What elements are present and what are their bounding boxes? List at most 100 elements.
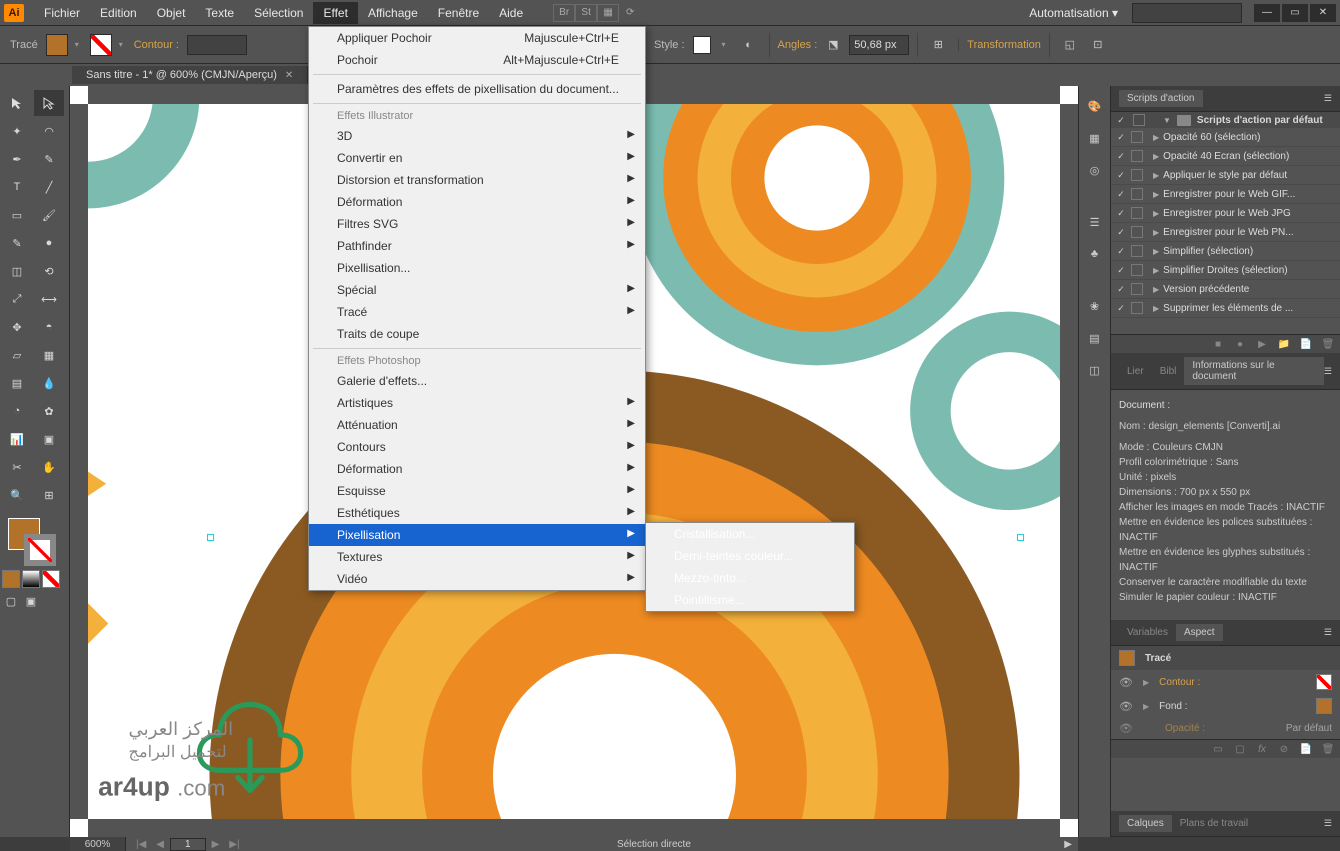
- mesh-tool[interactable]: ▦: [34, 342, 64, 368]
- menu-ps-item[interactable]: Esthétiques▶: [309, 502, 645, 524]
- menu-ps-item[interactable]: Esquisse▶: [309, 480, 645, 502]
- window-minimize[interactable]: —: [1254, 4, 1280, 22]
- menu-ps-item[interactable]: Vidéo▶: [309, 568, 645, 590]
- expand-icon[interactable]: ▼: [1163, 116, 1171, 125]
- status-arrow[interactable]: ▶: [1058, 839, 1078, 850]
- expand-icon[interactable]: ▶: [1153, 133, 1159, 142]
- free-transform-tool[interactable]: ✥: [2, 314, 32, 340]
- menu-ps-item[interactable]: Déformation▶: [309, 458, 645, 480]
- style-swatch[interactable]: [693, 36, 711, 54]
- menu-edition[interactable]: Edition: [90, 2, 147, 24]
- blend-tool[interactable]: ◔: [2, 398, 32, 424]
- lasso-tool[interactable]: ◠: [34, 118, 64, 144]
- scale-tool[interactable]: ⤢: [2, 286, 32, 312]
- eye-icon-2[interactable]: 👁: [1119, 700, 1133, 713]
- menu-effet[interactable]: Effet: [313, 2, 357, 24]
- gradient-tool[interactable]: ▤: [2, 370, 32, 396]
- layers-tab-calques[interactable]: Calques: [1119, 815, 1172, 832]
- menu-affichage[interactable]: Affichage: [358, 2, 428, 24]
- style-dropdown[interactable]: ▾: [719, 34, 729, 56]
- expand-icon[interactable]: ▶: [1153, 247, 1159, 256]
- symbol-tool[interactable]: ✿: [34, 398, 64, 424]
- menu-ps-item[interactable]: Textures▶: [309, 546, 645, 568]
- dialog-toggle[interactable]: [1131, 131, 1143, 143]
- group-icon[interactable]: ⊡: [1086, 33, 1110, 57]
- hand-tool[interactable]: ✋: [34, 454, 64, 480]
- blob-tool[interactable]: ●: [34, 230, 64, 256]
- transformation-label[interactable]: Transformation: [967, 39, 1041, 51]
- menu-ps-item[interactable]: Artistiques▶: [309, 392, 645, 414]
- aspect-foot-fx[interactable]: fx: [1254, 742, 1270, 756]
- aspect-contour-swatch[interactable]: [1316, 674, 1332, 690]
- menu-ps-item[interactable]: Pixellisation▶Cristallisation...Demi-tei…: [309, 524, 645, 546]
- info-tab-bibl[interactable]: Bibl: [1152, 363, 1185, 380]
- gradient-panel-icon[interactable]: ▤: [1083, 326, 1107, 350]
- menu-ill-item[interactable]: 3D▶: [309, 125, 645, 147]
- align-icon[interactable]: ⊞: [926, 33, 950, 57]
- expand-icon[interactable]: ▶: [1153, 285, 1159, 294]
- menu-last-effect[interactable]: Pochoir Alt+Majuscule+Ctrl+E: [309, 49, 645, 71]
- menu-ill-item[interactable]: Distorsion et transformation▶: [309, 169, 645, 191]
- dialog-toggle[interactable]: [1131, 245, 1143, 257]
- menu-ps-item[interactable]: Atténuation▶: [309, 414, 645, 436]
- dialog-toggle[interactable]: [1131, 264, 1143, 276]
- action-row[interactable]: ✓ ▶ Opacité 60 (sélection): [1111, 128, 1340, 147]
- menu-apply-last[interactable]: Appliquer Pochoir Majuscule+Ctrl+E: [309, 27, 645, 49]
- dialog-toggle[interactable]: [1131, 207, 1143, 219]
- actions-set-row[interactable]: ✓ ▼ Scripts d'action par défaut: [1111, 112, 1340, 128]
- search-input[interactable]: [1132, 3, 1242, 23]
- action-row[interactable]: ✓ ▶ Appliquer le style par défaut: [1111, 166, 1340, 185]
- dialog-toggle[interactable]: [1133, 114, 1145, 126]
- sync-icon[interactable]: ⟳: [619, 4, 641, 22]
- aspect-menu-icon[interactable]: ☰: [1324, 627, 1332, 638]
- play-icon[interactable]: ▶: [1254, 337, 1270, 351]
- menu-doc-raster-settings[interactable]: Paramètres des effets de pixellisation d…: [309, 78, 645, 100]
- stroke-color-box[interactable]: [24, 534, 56, 566]
- rotate-tool[interactable]: ⟲: [34, 258, 64, 284]
- fill-swatch[interactable]: [46, 34, 68, 56]
- symbols-panel-icon[interactable]: ♣: [1083, 242, 1107, 266]
- aspect-foot-1[interactable]: ▭: [1210, 742, 1226, 756]
- pencil-tool[interactable]: ✎: [2, 230, 32, 256]
- action-row[interactable]: ✓ ▶ Enregistrer pour le Web JPG: [1111, 204, 1340, 223]
- expand-icon[interactable]: ▶: [1153, 171, 1159, 180]
- stroke-dropdown[interactable]: ▾: [116, 34, 126, 56]
- contour-label[interactable]: Contour :: [134, 39, 179, 51]
- aspect-contour-label[interactable]: Contour :: [1159, 677, 1200, 688]
- screen-mode-full[interactable]: ▣: [22, 592, 40, 610]
- aspect-foot-trash[interactable]: 🗑: [1320, 742, 1336, 756]
- artboard-tool[interactable]: ▣: [34, 426, 64, 452]
- aspect-fond-swatch[interactable]: [1316, 698, 1332, 714]
- submenu-item[interactable]: Pointillisme...: [646, 589, 854, 611]
- info-menu-icon[interactable]: ☰: [1324, 366, 1332, 377]
- stroke-swatch[interactable]: [90, 34, 112, 56]
- window-close[interactable]: ✕: [1310, 4, 1336, 22]
- curvature-tool[interactable]: ✎: [34, 146, 64, 172]
- submenu-item[interactable]: Cristallisation...: [646, 523, 854, 545]
- scrollbar-horizontal[interactable]: [88, 819, 1060, 837]
- line-tool[interactable]: ╱: [34, 174, 64, 200]
- menu-ill-item[interactable]: Filtres SVG▶: [309, 213, 645, 235]
- dialog-toggle[interactable]: [1131, 302, 1143, 314]
- action-row[interactable]: ✓ ▶ Simplifier (sélection): [1111, 242, 1340, 261]
- magic-wand-tool[interactable]: ✦: [2, 118, 32, 144]
- swatches-panel-icon[interactable]: ▦: [1083, 126, 1107, 150]
- expand-icon[interactable]: ▶: [1153, 266, 1159, 275]
- guide-panel-icon[interactable]: ◎: [1083, 158, 1107, 182]
- transparency-panel-icon[interactable]: ◫: [1083, 358, 1107, 382]
- menu-ps-item[interactable]: Contours▶: [309, 436, 645, 458]
- nav-last[interactable]: ▶|: [225, 839, 243, 850]
- angles-label[interactable]: Angles :: [778, 39, 818, 51]
- doc-tab-0[interactable]: Sans titre - 1* @ 600% (CMJN/Aperçu) ✕: [72, 66, 308, 84]
- perspective-tool[interactable]: ▱: [2, 342, 32, 368]
- eye-icon[interactable]: 👁: [1119, 676, 1133, 689]
- aspect-tab-variables[interactable]: Variables: [1119, 624, 1176, 641]
- record-icon[interactable]: ●: [1232, 337, 1248, 351]
- actions-menu-icon[interactable]: ☰: [1324, 93, 1332, 104]
- menu-texte[interactable]: Texte: [195, 2, 244, 24]
- stroke-panel-icon[interactable]: ☰: [1083, 210, 1107, 234]
- eyedropper-tool[interactable]: 💧: [34, 370, 64, 396]
- aspect-tab-aspect[interactable]: Aspect: [1176, 624, 1223, 641]
- info-tab-lier[interactable]: Lier: [1119, 363, 1152, 380]
- fill-dropdown[interactable]: ▾: [72, 34, 82, 56]
